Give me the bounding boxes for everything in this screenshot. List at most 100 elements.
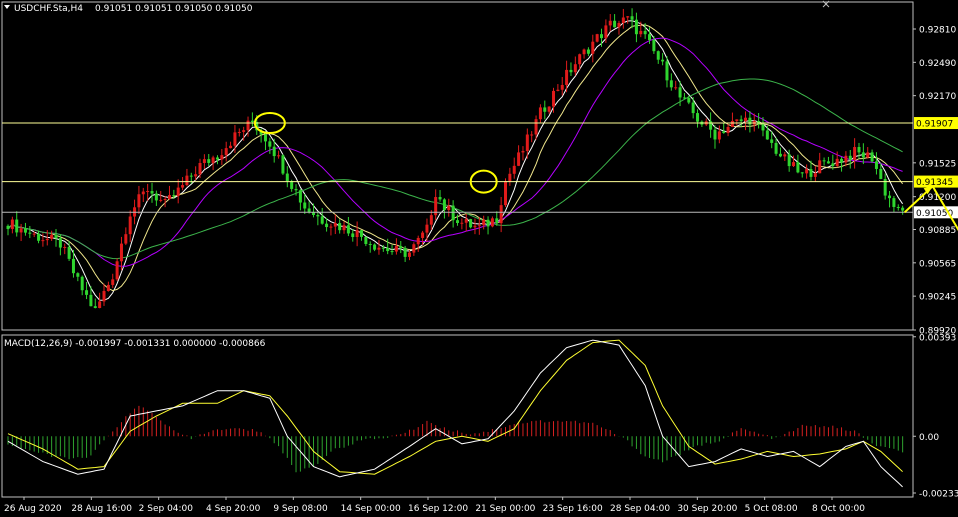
candle-body <box>15 219 19 233</box>
candle-body <box>23 228 27 233</box>
candle-body <box>137 194 141 208</box>
price-tick-label: 0.92170 <box>919 92 956 102</box>
candle-body <box>800 172 804 174</box>
candle-body <box>626 16 630 18</box>
candle-body <box>831 163 835 167</box>
candle-body <box>648 34 652 41</box>
triangle-down-icon[interactable] <box>4 5 10 9</box>
candle-body <box>159 199 163 201</box>
candle-body <box>246 120 250 131</box>
candle-body <box>429 215 433 225</box>
candle-body <box>634 19 638 35</box>
candle-body <box>124 234 128 244</box>
candle-body <box>285 173 289 182</box>
candle-body <box>870 152 874 162</box>
candle-body <box>320 216 324 224</box>
candle-body <box>202 159 206 164</box>
candle-body <box>128 216 132 235</box>
candle-body <box>517 152 521 166</box>
candle-body <box>630 16 634 20</box>
candle-body <box>726 126 730 134</box>
candle-body <box>333 223 337 227</box>
candle-body <box>307 208 311 213</box>
candle-body <box>787 154 791 167</box>
candle-body <box>32 233 36 235</box>
time-tick-label: 8 Oct 00:00 <box>812 504 865 514</box>
candle-body <box>111 279 115 285</box>
candle-body <box>163 198 167 200</box>
candle-body <box>447 205 451 211</box>
candle-body <box>822 160 826 162</box>
price-tick-label: 0.92810 <box>919 25 956 35</box>
ma-fast-line <box>7 20 904 301</box>
candle-body <box>857 147 861 153</box>
macd-axis: 0.00393 0.00 -0.002331 <box>913 333 958 500</box>
candle-body <box>403 247 407 257</box>
symbol-title: USDCHF.Sta,H4 <box>14 4 83 14</box>
candle-body <box>691 102 695 114</box>
time-tick-label: 30 Sep 20:00 <box>677 504 737 514</box>
candle-body <box>211 157 215 163</box>
candle-body <box>613 20 617 28</box>
candle-body <box>805 169 809 174</box>
candle-body <box>521 151 525 153</box>
candle-body <box>176 187 180 197</box>
candle-body <box>844 155 848 163</box>
candle-body <box>608 20 612 26</box>
candle-body <box>682 97 686 99</box>
candle-body <box>508 173 512 182</box>
price-pane-frame <box>1 1 914 331</box>
candle-body <box>565 69 569 85</box>
candle-body <box>713 129 717 140</box>
candle-body <box>250 120 254 123</box>
candle-body <box>407 252 411 257</box>
candle-body <box>451 205 455 221</box>
candle-body <box>76 273 80 277</box>
candle-body <box>512 165 516 174</box>
candle-body <box>167 195 171 199</box>
candle-body <box>41 240 45 242</box>
time-axis: 26 Aug 2020 28 Aug 16:00 2 Sep 04:00 4 Sep … <box>4 497 865 514</box>
candle-body <box>652 40 656 52</box>
candle-body <box>665 61 669 81</box>
chart-header: USDCHF.Sta,H4 0.91051 0.91051 0.91050 0.… <box>4 4 253 14</box>
time-tick-label: 28 Sep 04:00 <box>610 504 670 514</box>
candle-body <box>456 220 459 223</box>
price-chart-canvas[interactable]: 0.919070.913450.91050 0.928100.924900.92… <box>0 0 958 517</box>
candle-body <box>818 160 822 174</box>
candle-body <box>268 141 272 147</box>
time-tick-label: 5 Oct 08:00 <box>745 504 798 514</box>
macd-signal-line <box>7 339 903 475</box>
candle-body <box>477 225 481 227</box>
candle-body <box>669 80 673 88</box>
candle-body <box>194 174 198 177</box>
candle-body <box>643 30 647 35</box>
candle-body <box>861 152 865 158</box>
candle-body <box>464 219 468 223</box>
candle-body <box>412 244 416 253</box>
candle-body <box>386 247 390 252</box>
candle-body <box>54 234 58 239</box>
candle-body <box>530 134 534 136</box>
candle-body <box>473 225 477 228</box>
candle-body <box>277 155 281 157</box>
candle-body <box>696 113 700 122</box>
candle-body <box>840 158 844 163</box>
candle-body <box>10 219 14 229</box>
time-tick-label: 4 Sep 20:00 <box>206 504 261 514</box>
macd-tick-label: 0.00393 <box>919 333 956 343</box>
candle-body <box>85 290 89 295</box>
candle-body <box>722 131 726 134</box>
candle-body <box>189 175 193 177</box>
time-tick-label: 23 Sep 16:00 <box>543 504 603 514</box>
candle-body <box>377 247 381 250</box>
candle-body <box>28 232 32 234</box>
candle-body <box>656 51 660 60</box>
candle-body <box>102 291 106 302</box>
candle-body <box>45 238 49 241</box>
candle-body <box>37 233 41 241</box>
candle-body <box>416 237 420 245</box>
candle-body <box>19 228 23 233</box>
time-tick-label: 28 Aug 16:00 <box>71 504 132 514</box>
candle-body <box>224 148 228 156</box>
